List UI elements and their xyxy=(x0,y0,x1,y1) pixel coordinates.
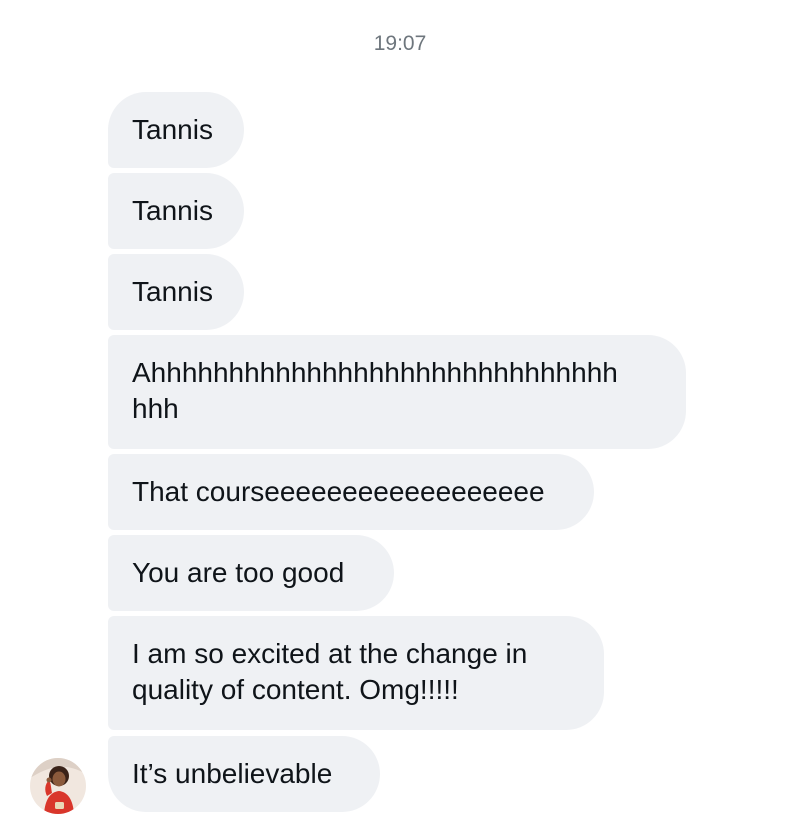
message-bubble[interactable]: Tannis xyxy=(108,92,244,168)
message-text: Tannis xyxy=(132,195,213,226)
sender-avatar[interactable] xyxy=(30,758,86,814)
message-text: It’s unbelievable xyxy=(132,758,333,789)
message-bubble[interactable]: You are too good xyxy=(108,535,394,611)
message-text-line: quality of content. Omg!!!!! xyxy=(132,674,459,705)
message-bubble[interactable]: I am so excited at the change in quality… xyxy=(108,616,604,730)
message-bubble[interactable]: Ahhhhhhhhhhhhhhhhhhhhhhhhhhhhhh hhh xyxy=(108,335,686,449)
message-bubble[interactable]: Tannis xyxy=(108,173,244,249)
message-bubble[interactable]: That courseeeeeeeeeeeeeeeeee xyxy=(108,454,594,530)
message-text: You are too good xyxy=(132,557,345,588)
message-text: That courseeeeeeeeeeeeeeeeee xyxy=(132,476,545,507)
message-timestamp: 19:07 xyxy=(373,32,427,55)
message-bubble[interactable]: Tannis xyxy=(108,254,244,330)
message-bubble[interactable]: It’s unbelievable xyxy=(108,736,380,812)
message-text-line: hhh xyxy=(132,393,179,424)
message-text-line: I am so excited at the change in xyxy=(132,638,528,669)
message-text: Tannis xyxy=(132,114,213,145)
message-text-line: Ahhhhhhhhhhhhhhhhhhhhhhhhhhhhhh xyxy=(132,357,618,388)
user-photo-avatar-icon xyxy=(30,758,86,814)
message-text: Tannis xyxy=(132,276,213,307)
